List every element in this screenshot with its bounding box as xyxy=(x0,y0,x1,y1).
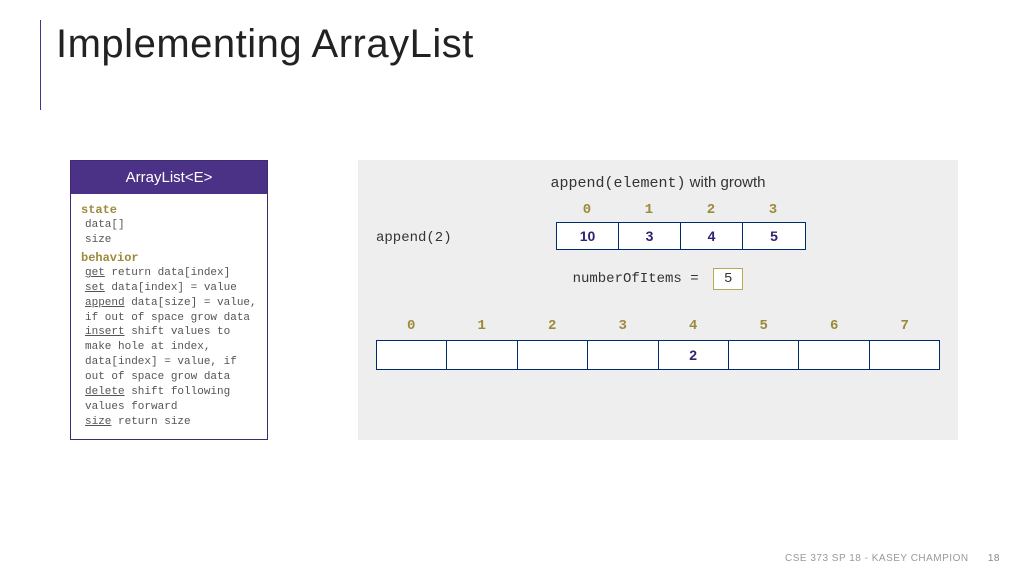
method-delete: delete xyxy=(85,386,125,398)
class-card-body: state data[] size behavior get return da… xyxy=(71,194,267,439)
small-index: 0 xyxy=(556,202,618,222)
big-index: 0 xyxy=(376,318,447,340)
page-number: 18 xyxy=(988,553,1000,564)
big-cell xyxy=(799,341,869,369)
method-set: set xyxy=(85,282,105,294)
big-index: 2 xyxy=(517,318,588,340)
big-index: 4 xyxy=(658,318,729,340)
big-index: 5 xyxy=(729,318,800,340)
big-index: 3 xyxy=(588,318,659,340)
big-index: 6 xyxy=(799,318,870,340)
small-cell: 3 xyxy=(619,223,681,249)
big-cell xyxy=(870,341,939,369)
class-card-header: ArrayList<E> xyxy=(71,161,267,194)
state-lines: data[] size xyxy=(81,218,257,248)
big-cell xyxy=(729,341,799,369)
small-index: 1 xyxy=(618,202,680,222)
slide-title: Implementing ArrayList xyxy=(56,22,1024,67)
nitems-label: numberOfItems = xyxy=(573,271,707,287)
diagram-title-sans: with growth xyxy=(685,174,765,191)
big-cell xyxy=(447,341,517,369)
nitems-value: 5 xyxy=(713,268,743,290)
append-call-label: append(2) xyxy=(376,230,556,250)
title-accent-rule xyxy=(40,20,41,110)
class-card: ArrayList<E> state data[] size behavior … xyxy=(70,160,268,440)
small-cell: 10 xyxy=(557,223,619,249)
method-set-desc: data[index] = value xyxy=(105,282,237,294)
small-index: 2 xyxy=(680,202,742,222)
diagram-title-mono: append(element) xyxy=(550,175,685,192)
number-of-items: numberOfItems = 5 xyxy=(376,268,940,290)
small-cell: 4 xyxy=(681,223,743,249)
small-cell: 5 xyxy=(743,223,805,249)
small-array: 0 1 2 3 10 3 4 5 xyxy=(556,202,806,250)
slide-footer: CSE 373 SP 18 - KASEY CHAMPION 18 xyxy=(785,553,1000,564)
diagram-panel: append(element) with growth append(2) 0 … xyxy=(358,160,958,440)
small-index: 3 xyxy=(742,202,804,222)
method-size: size xyxy=(85,416,111,428)
big-cell xyxy=(377,341,447,369)
big-index: 7 xyxy=(870,318,941,340)
behavior-keyword: behavior xyxy=(81,250,257,266)
method-get-desc: return data[index] xyxy=(105,267,230,279)
big-cell xyxy=(588,341,658,369)
method-append: append xyxy=(85,297,125,309)
footer-text: CSE 373 SP 18 - KASEY CHAMPION xyxy=(785,553,969,564)
big-index: 1 xyxy=(447,318,518,340)
method-insert: insert xyxy=(85,326,125,338)
method-get: get xyxy=(85,267,105,279)
big-cell: 2 xyxy=(659,341,729,369)
big-cell xyxy=(518,341,588,369)
state-keyword: state xyxy=(81,202,257,218)
big-array: 0 1 2 3 4 5 6 7 2 xyxy=(376,318,940,370)
diagram-title: append(element) with growth xyxy=(376,174,940,192)
method-size-desc: return size xyxy=(111,416,190,428)
